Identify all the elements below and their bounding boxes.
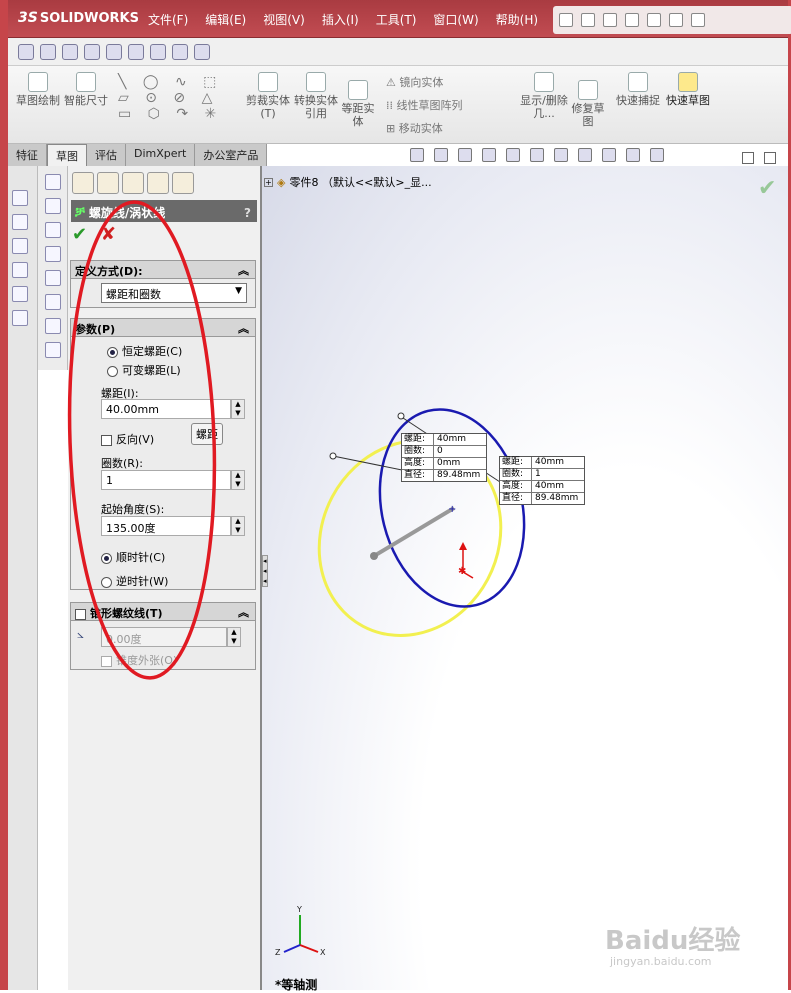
helix-point-marker[interactable] bbox=[397, 412, 405, 420]
origin-arrow-head bbox=[459, 542, 467, 550]
axis-start-point[interactable] bbox=[370, 552, 378, 560]
triad-y-label: Y bbox=[296, 905, 302, 914]
helix-callout-end: 螺距: 40mm 圈数: 1 高度: 40mm 直径: 89.48mm bbox=[499, 456, 585, 505]
origin-icon: ✱ bbox=[458, 566, 466, 577]
axis-end-point[interactable]: + bbox=[448, 504, 456, 515]
triad-z-label: Z bbox=[275, 948, 281, 957]
sketch-graphics-svg: + ✱ Y X Z bbox=[67, 200, 526, 957]
watermark-url: jingyan.baidu.com bbox=[610, 955, 712, 968]
annotation-highlight-circle bbox=[67, 200, 217, 680]
start-point-marker[interactable] bbox=[329, 452, 337, 460]
view-orientation-label: *等轴测 bbox=[275, 978, 318, 992]
watermark-logo: Baidu经验 bbox=[605, 926, 741, 956]
triad-x-axis bbox=[299, 944, 319, 953]
collapse-panel-handle[interactable]: ◂ ◂ ◂ bbox=[262, 555, 268, 587]
triad-z-axis bbox=[283, 944, 301, 953]
helix-callout-start: 螺距: 40mm 圈数: 0 高度: 0mm 直径: 89.48mm bbox=[401, 433, 487, 482]
triad-x-label: X bbox=[320, 948, 326, 957]
